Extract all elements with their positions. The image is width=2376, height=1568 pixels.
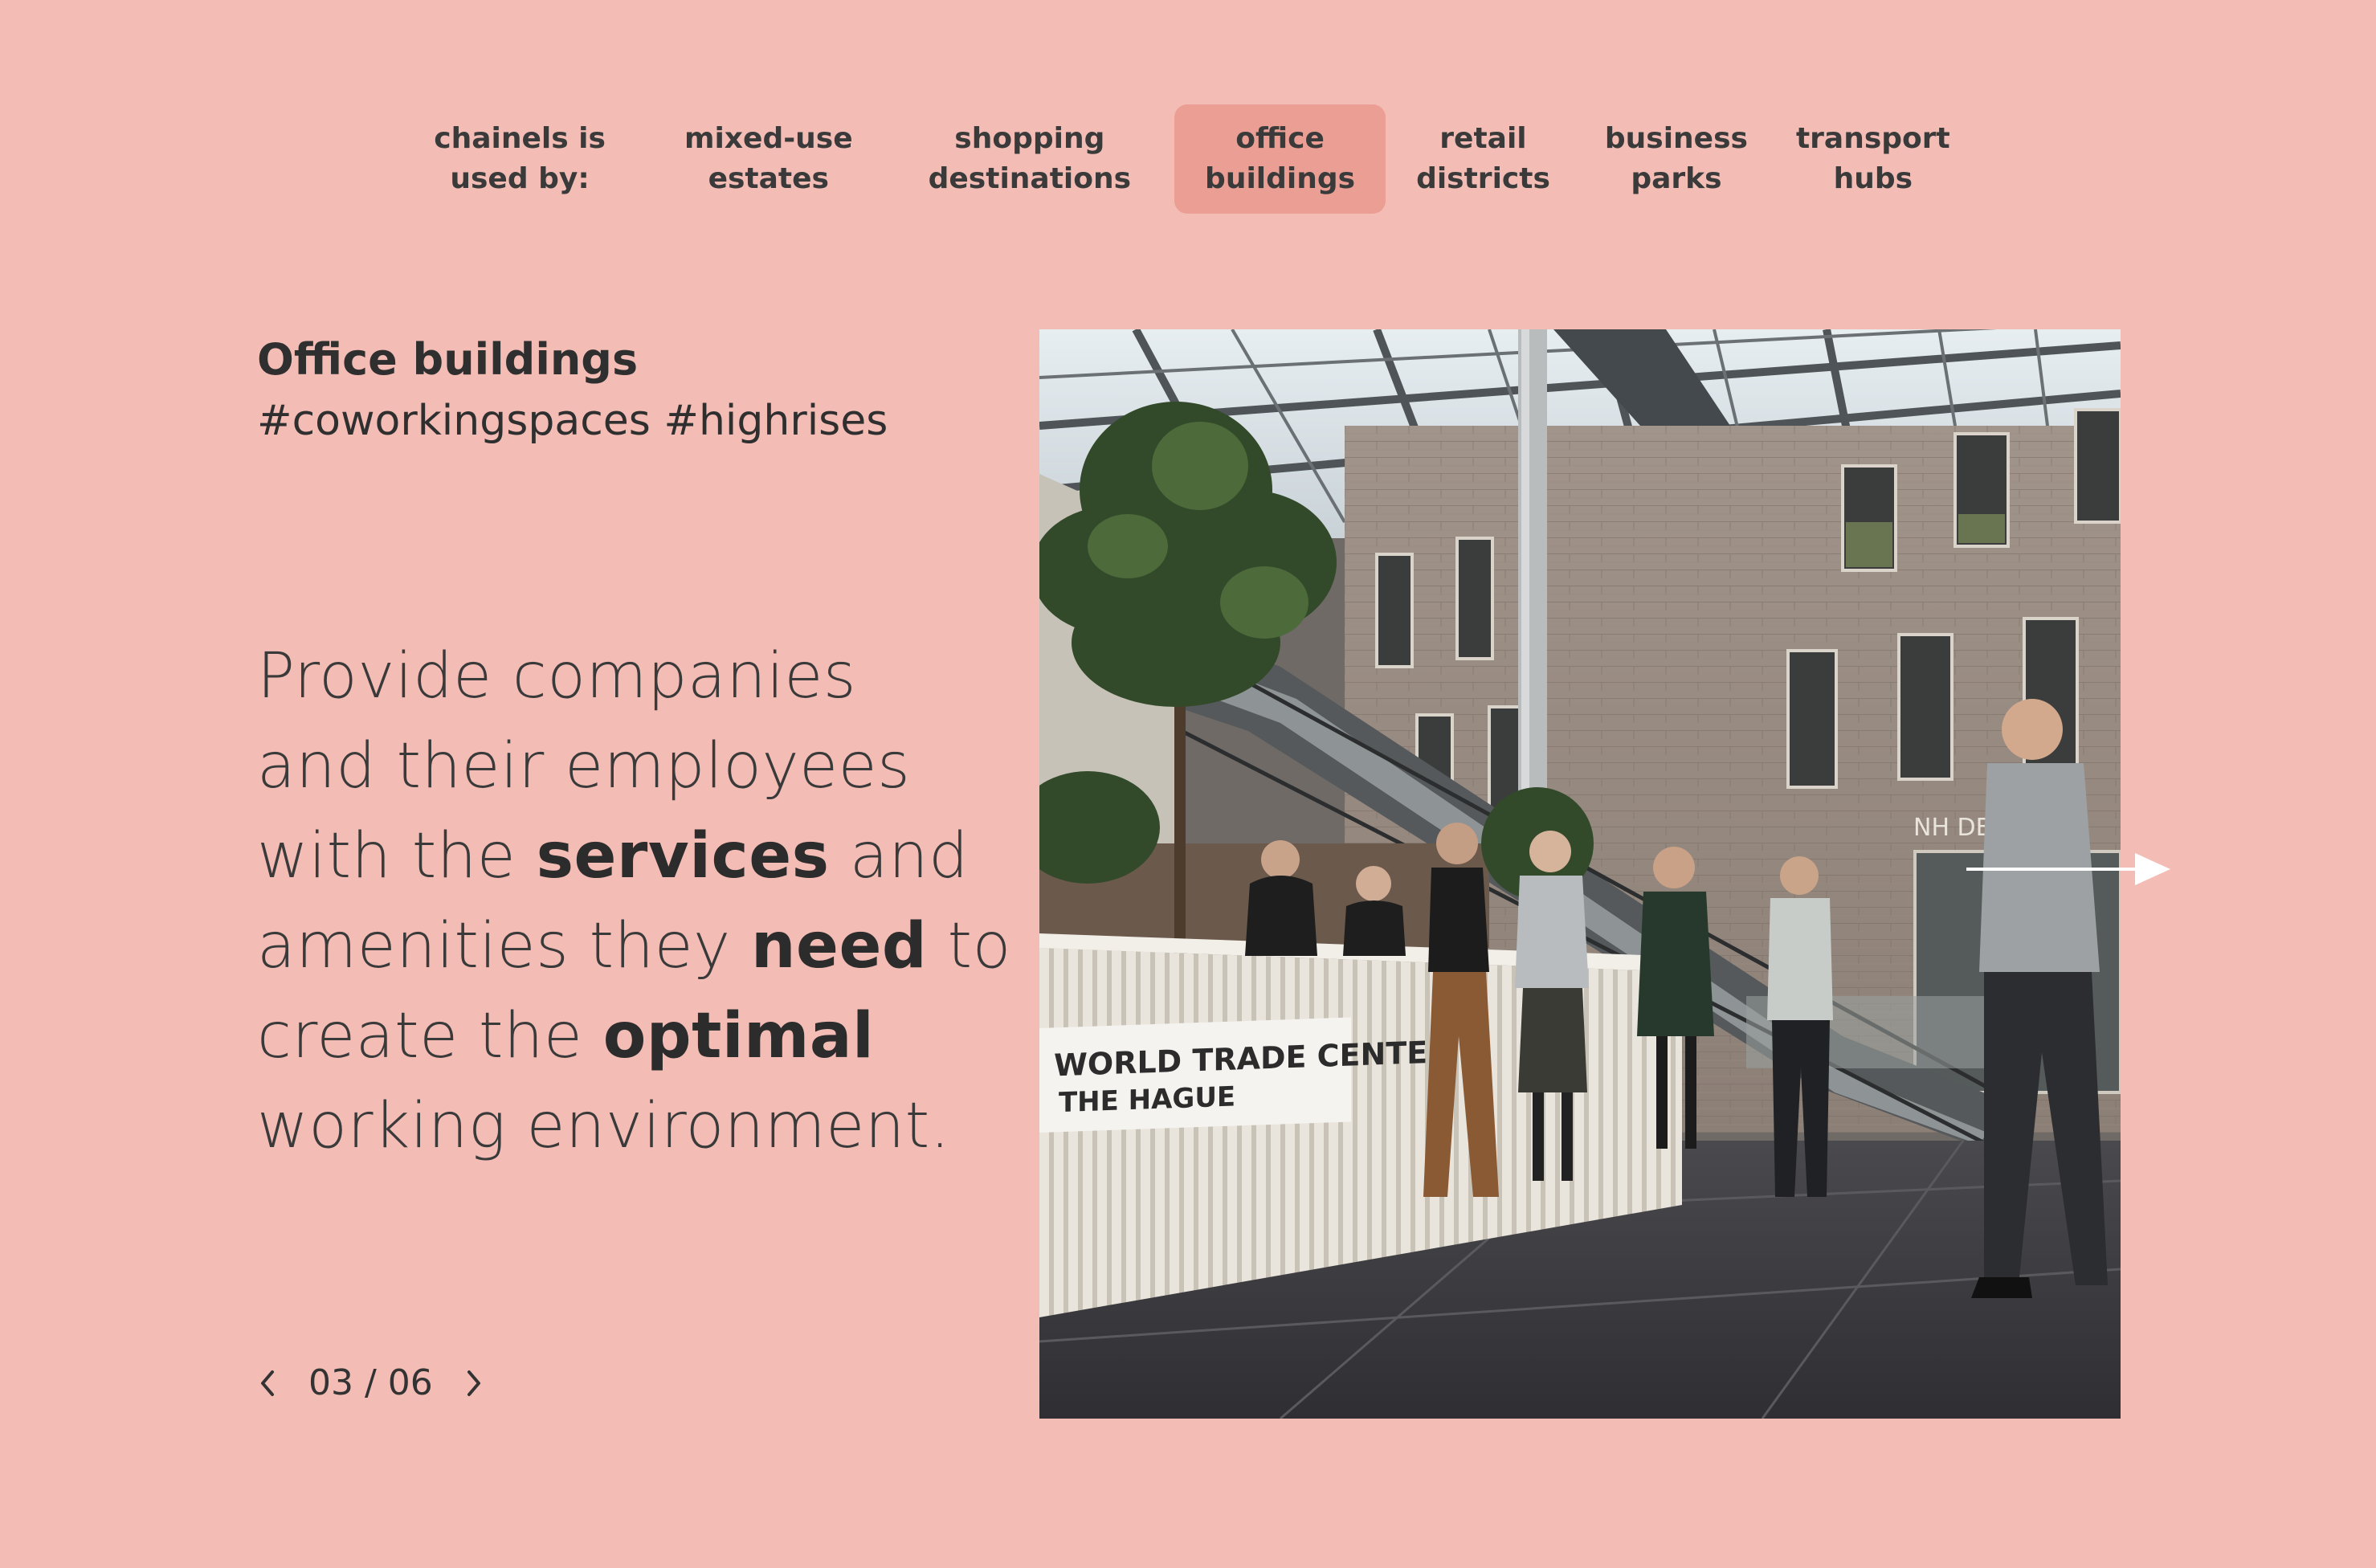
slide-heading: Office buildings #coworkingspaces #highr… — [257, 329, 980, 451]
slide-title: Office buildings — [257, 334, 639, 385]
arrow-right-icon — [1966, 853, 2170, 885]
statement-emphasis-optimal: optimal — [602, 1000, 875, 1072]
statement-text: amenities they — [257, 910, 752, 982]
tab-shopping-destinations[interactable]: shopping destinations — [900, 104, 1160, 214]
slide-statement: Provide companies and their employees wi… — [257, 631, 1010, 1171]
statement-line-2: and their employees — [257, 730, 911, 802]
statement-line-5: create the optimal — [257, 991, 1004, 1081]
desk-sign-line-2: THE HAGUE — [1059, 1080, 1235, 1119]
tab-mixed-use-estates[interactable]: mixed-use estates — [649, 104, 888, 214]
pager-counter: 03 / 06 — [308, 1362, 433, 1403]
statement-line-6: working environment. — [257, 1090, 951, 1162]
slide-tags: #coworkingspaces #highrises — [257, 397, 888, 445]
tab-office-buildings[interactable]: office buildings — [1174, 104, 1386, 214]
statement-line-4: amenities they need to — [257, 901, 1010, 991]
statement-line-1: Provide companies — [257, 640, 856, 713]
chevron-left-icon — [261, 1370, 274, 1396]
statement-text: create the — [257, 1000, 603, 1072]
statement-text: with the — [257, 820, 537, 892]
statement-text: to — [927, 910, 1011, 982]
tab-business-parks[interactable]: business parks — [1581, 104, 1772, 214]
tab-retail-districts[interactable]: retail districts — [1386, 104, 1581, 214]
statement-emphasis-need: need — [751, 910, 928, 982]
statement-text: and — [829, 820, 970, 892]
office-atrium-illustration: NH DEN WORLD TRADE CENTER THE HAGUE — [1039, 329, 2121, 1419]
next-slide-arrow[interactable] — [1966, 851, 2170, 887]
chevron-right-icon — [467, 1370, 480, 1396]
category-nav-list: chainels is used by: mixed-use estates s… — [402, 104, 1974, 214]
nav-label: chainels is used by: — [434, 122, 606, 195]
tab-transport-hubs[interactable]: transport hubs — [1772, 104, 1974, 214]
slide-photo: NH DEN WORLD TRADE CENTER THE HAGUE — [1039, 329, 2121, 1419]
category-nav: chainels is used by: mixed-use estates s… — [0, 104, 2376, 214]
statement-line-3: with the services and — [257, 811, 1004, 901]
slide-pager: 03 / 06 — [255, 1362, 486, 1403]
statement-emphasis-services: services — [536, 820, 830, 892]
next-slide-button[interactable] — [462, 1366, 486, 1401]
prev-slide-button[interactable] — [255, 1366, 280, 1401]
